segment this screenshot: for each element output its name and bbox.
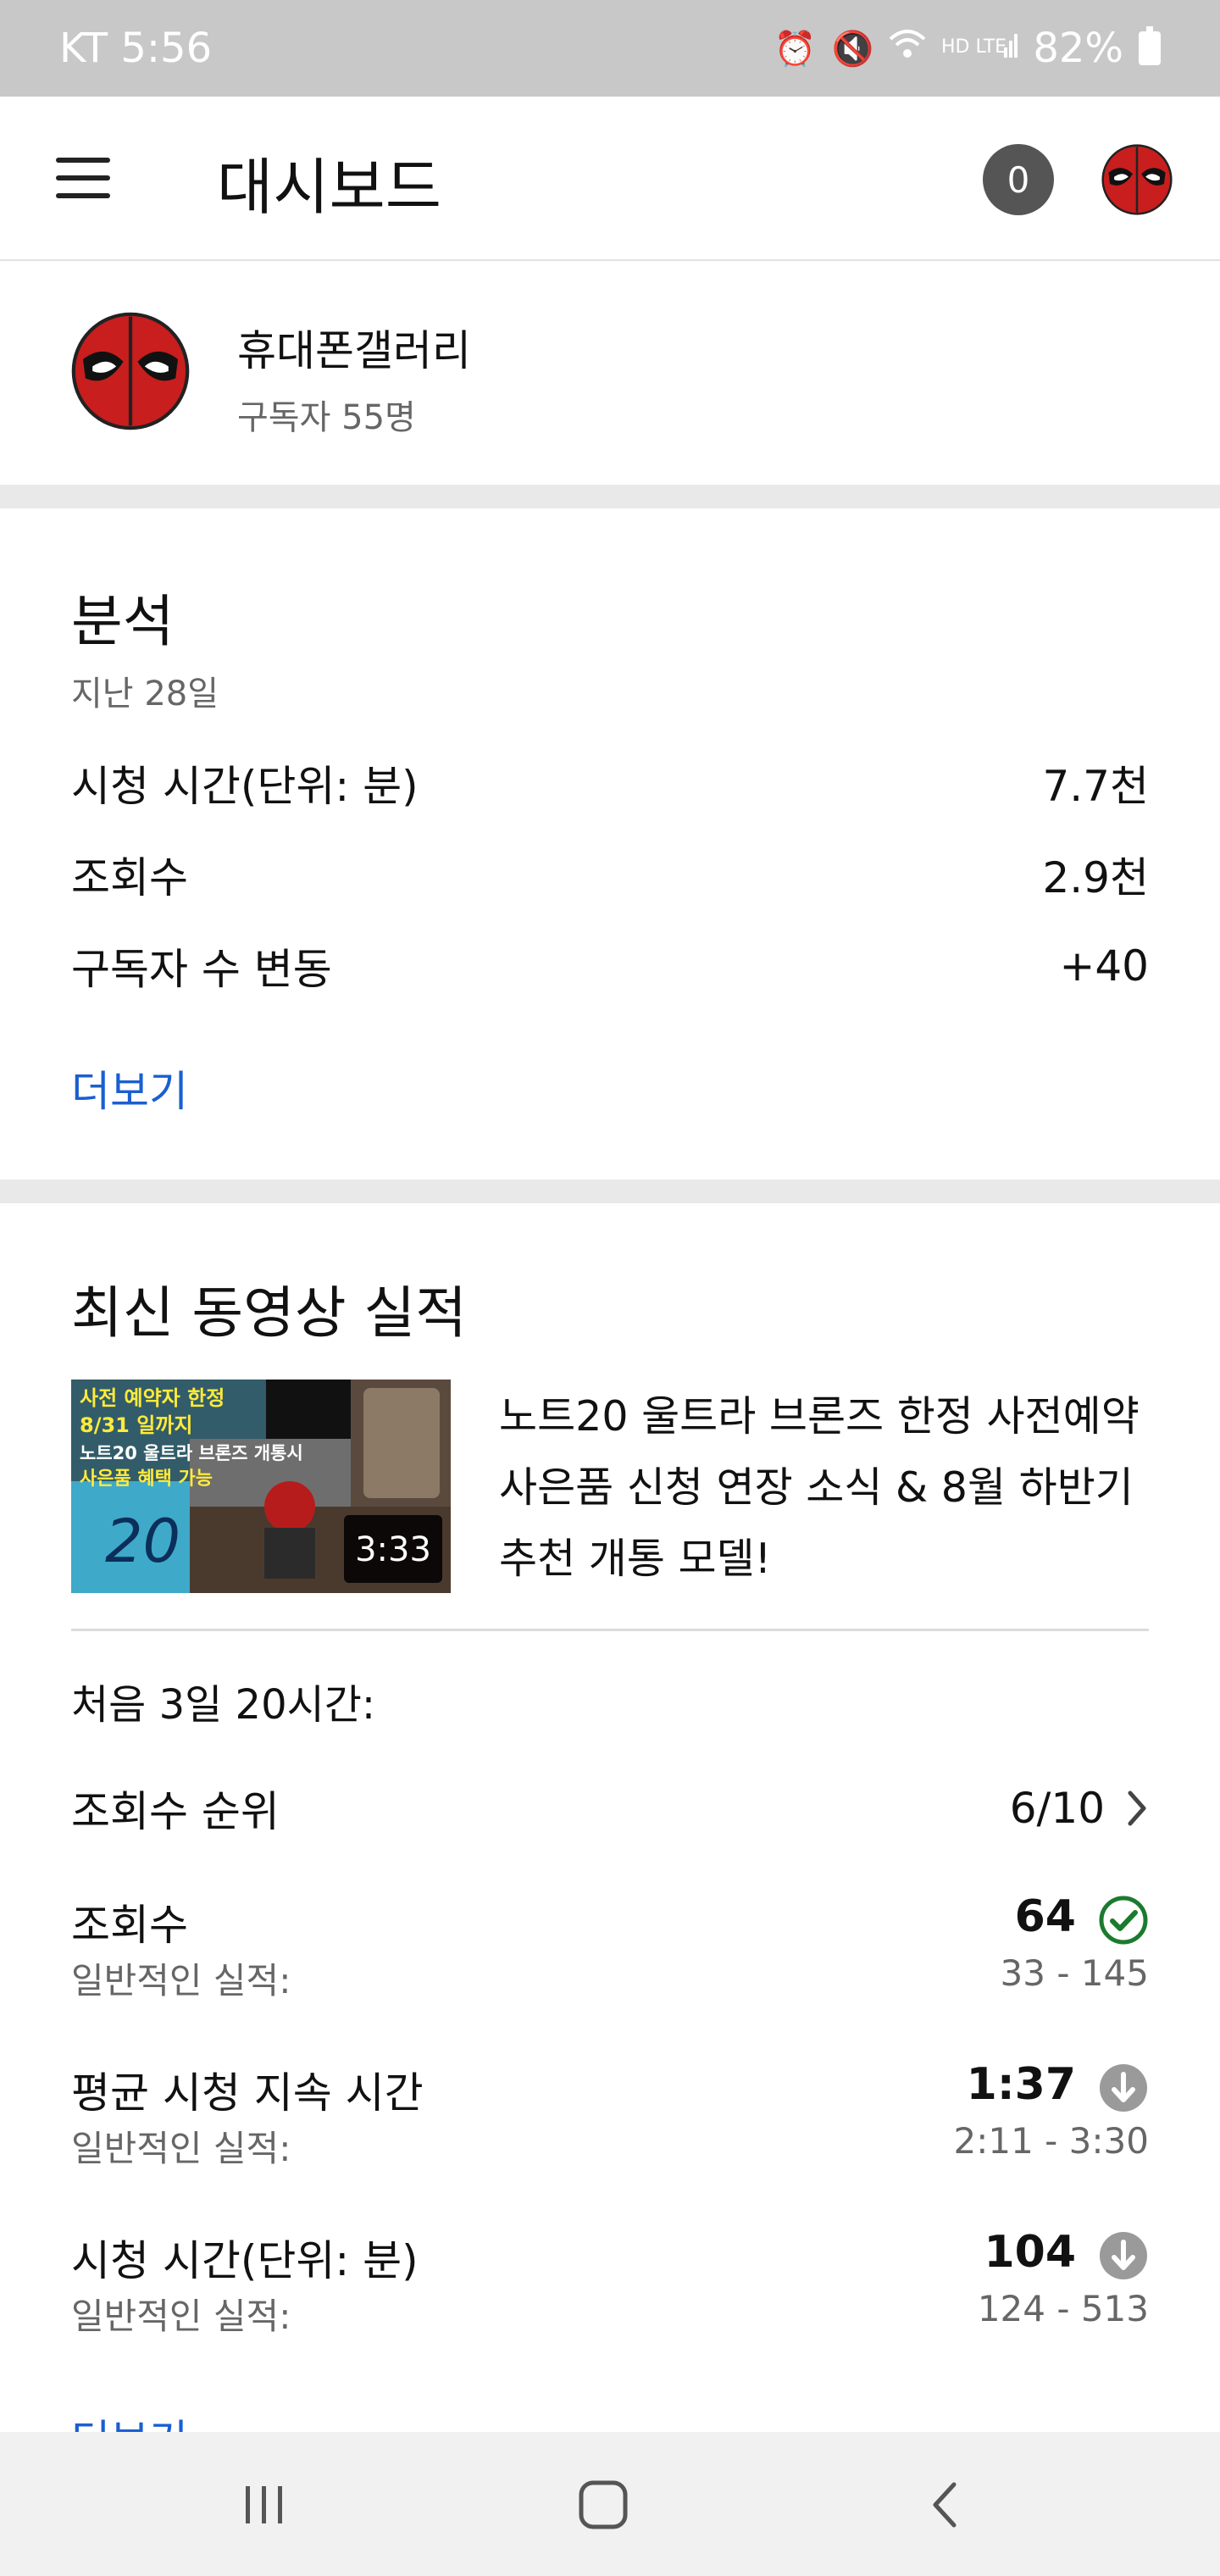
metric-value: 104: [984, 2227, 1076, 2278]
video-divider: [71, 1629, 1149, 1631]
analytics-card: 분석 지난 28일 시청 시간(단위: 분) 7.7천 조회수 2.9천 구독자…: [0, 508, 1220, 1180]
page-title: 대시보드: [217, 152, 441, 223]
thumb-text-line4: 사은품 혜택 가능: [80, 1468, 213, 1490]
status-icons: ⏰ 🔇 HD LTE 82%: [774, 25, 1161, 72]
metric-typical-range: 33 - 145: [1000, 1952, 1149, 1994]
system-nav-bar: [0, 2432, 1220, 2576]
alarm-icon: ⏰: [774, 29, 817, 69]
views-rank-row[interactable]: 조회수 순위 6/10: [71, 1778, 1149, 1839]
analytics-row-label: 구독자 수 변동: [71, 945, 332, 994]
views-rank-value: 6/10: [1009, 1784, 1105, 1833]
performance-period: 처음 3일 20시간:: [71, 1681, 376, 1729]
channel-name: 휴대폰갤러리: [237, 326, 471, 375]
chevron-right-icon: [1128, 1790, 1146, 1826]
back-icon[interactable]: [923, 2479, 966, 2530]
metric-value: 1:37: [966, 2059, 1076, 2110]
analytics-row-value: 7.7천: [1042, 762, 1149, 811]
analytics-title: 분석: [71, 589, 175, 654]
analytics-row-label: 조회수: [71, 853, 188, 902]
metric-watch-time: 시청 시간(단위: 분) 104 일반적인 실적: 124 - 513: [71, 2227, 1149, 2362]
notification-count-badge[interactable]: 0: [983, 144, 1054, 215]
thumb-text-line3: 노트20 울트라 브론즈 개통시: [80, 1443, 303, 1463]
battery-icon: [1139, 26, 1161, 65]
status-bar: KT 5:56 ⏰ 🔇 HD LTE 82%: [0, 0, 1220, 97]
channel-subscriber-count: 구독자 55명: [237, 398, 416, 437]
latest-video-title: 최신 동영상 실적: [71, 1280, 467, 1346]
home-icon[interactable]: [576, 2478, 630, 2532]
thumb-big-text: 20: [105, 1507, 180, 1576]
views-rank-value-group: 6/10: [1010, 1784, 1149, 1833]
menu-icon[interactable]: [56, 158, 110, 198]
latest-video-item[interactable]: 20 사전 예약자 한정 8/31 일까지 노트20 울트라 브론즈 개통시 사…: [71, 1380, 1149, 1596]
analytics-row-watch-time: 시청 시간(단위: 분) 7.7천: [71, 752, 1149, 813]
arrow-down-circle-icon: [1100, 2232, 1147, 2279]
channel-header[interactable]: 휴대폰갤러리 구독자 55명: [0, 261, 1220, 485]
analytics-row-value: 2.9천: [1042, 853, 1149, 902]
lte-signal-icon: HD LTE: [941, 27, 1018, 69]
metric-typical-label: 일반적인 실적:: [71, 2296, 291, 2337]
video-duration: 3:33: [355, 1530, 431, 1569]
channel-avatar: [71, 312, 190, 430]
latest-video-card: 최신 동영상 실적 20 사전 예약자 한정 8/31 일까지 노트20 울트라…: [0, 1203, 1220, 2465]
status-carrier-time: KT 5:56: [59, 25, 213, 72]
metric-label: 시청 시간(단위: 분): [71, 2236, 419, 2285]
analytics-row-label: 시청 시간(단위: 분): [71, 762, 419, 811]
analytics-row-value: +40: [1059, 941, 1149, 991]
arrow-down-circle-icon: [1100, 2064, 1147, 2112]
analytics-row-subscribers: 구독자 수 변동 +40: [71, 935, 1149, 997]
metric-typical-range: 2:11 - 3:30: [953, 2120, 1150, 2162]
thumb-text-line2: 8/31 일까지: [80, 1413, 192, 1437]
metric-typical-range: 124 - 513: [977, 2288, 1149, 2329]
account-avatar[interactable]: [1101, 144, 1173, 215]
recent-apps-icon[interactable]: [239, 2479, 290, 2530]
video-thumbnail[interactable]: 20 사전 예약자 한정 8/31 일까지 노트20 울트라 브론즈 개통시 사…: [71, 1380, 451, 1593]
metric-views: 조회수 64 일반적인 실적: 33 - 145: [71, 1891, 1149, 2027]
mute-icon: 🔇: [831, 29, 874, 69]
analytics-period: 지난 28일: [71, 675, 219, 713]
battery-percent: 82%: [1033, 25, 1123, 72]
wifi-icon: [889, 29, 926, 68]
video-title[interactable]: 노트20 울트라 브론즈 한정 사전예약 사은품 신청 연장 소식 & 8월 하…: [499, 1381, 1160, 1595]
metric-typical-label: 일반적인 실적:: [71, 1960, 291, 2001]
section-divider: [0, 1180, 1220, 1203]
svg-text:HD LTE: HD LTE: [941, 36, 1006, 58]
analytics-row-views: 조회수 2.9천: [71, 844, 1149, 905]
metric-label: 조회수: [71, 1901, 188, 1950]
section-divider: [0, 485, 1220, 508]
metric-avg-view-duration: 평균 시청 지속 시간 1:37 일반적인 실적: 2:11 - 3:30: [71, 2059, 1149, 2195]
thumbnail-graphic: 20 사전 예약자 한정 8/31 일까지 노트20 울트라 브론즈 개통시 사…: [71, 1380, 451, 1593]
metric-value: 64: [1014, 1891, 1076, 1942]
analytics-more-link[interactable]: 더보기: [71, 1058, 188, 1119]
views-rank-label: 조회수 순위: [71, 1787, 280, 1836]
metric-label: 평균 시청 지속 시간: [71, 2068, 424, 2118]
app-bar: 대시보드 0: [0, 97, 1220, 261]
metric-typical-label: 일반적인 실적:: [71, 2128, 291, 2169]
check-circle-icon: [1099, 1896, 1148, 1945]
thumb-text-line1: 사전 예약자 한정: [80, 1386, 225, 1410]
